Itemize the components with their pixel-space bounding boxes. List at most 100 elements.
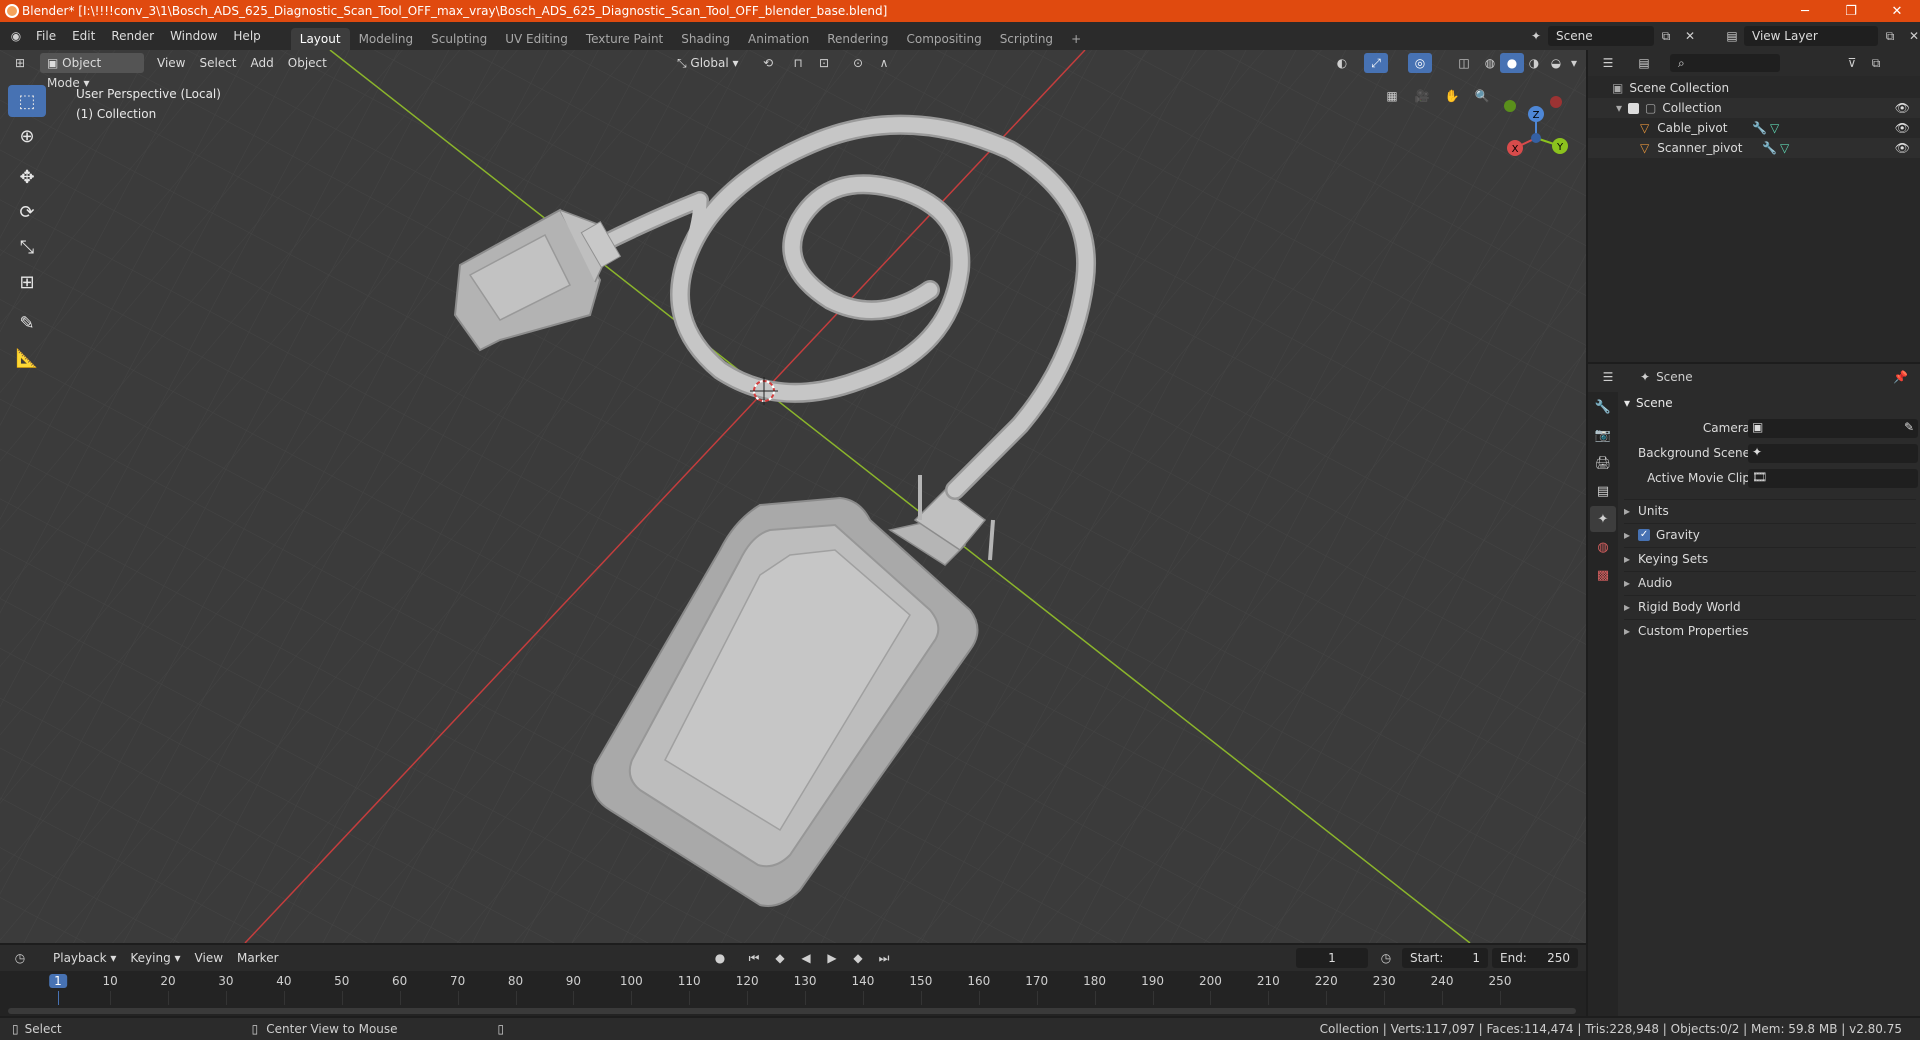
active-clip-field[interactable] [1748,468,1918,488]
scene-tab-icon[interactable]: ✦ [1590,506,1616,532]
expand-arrow-icon[interactable]: ▸ [1624,528,1630,542]
scene-icon[interactable]: ✦ [1524,26,1548,46]
keying-sets-section[interactable]: ▸ Keying Sets [1624,547,1916,569]
tab-scripting[interactable]: Scripting [991,28,1062,50]
rotate-tool-icon[interactable]: ⟳ [8,196,46,228]
tab-sculpting[interactable]: Sculpting [422,28,496,50]
cursor-tool-icon[interactable]: ⊕ [8,120,46,152]
solid-shading-icon[interactable]: ● [1500,53,1524,73]
audio-section[interactable]: ▸ Audio [1624,571,1916,593]
world-tab-icon[interactable]: ◍ [1590,534,1616,560]
start-frame-field[interactable]: Start: 1 [1402,948,1488,968]
toggle-view-icon[interactable]: ▦ [1380,86,1404,106]
snap-icon[interactable]: ⊓ [786,53,810,73]
menu-window[interactable]: Window [162,22,225,50]
tab-animation[interactable]: Animation [739,28,818,50]
eye-icon[interactable]: 👁 [1895,141,1910,155]
tab-uv-editing[interactable]: UV Editing [496,28,577,50]
transform-orientation-dropdown[interactable]: ⤡ Global ▾ [670,53,746,73]
close-button[interactable]: ✕ [1874,0,1920,22]
transform-tool-icon[interactable]: ⊞ [8,266,46,298]
timeline-scrollbar[interactable] [8,1008,1576,1014]
checkbox-icon[interactable] [1628,102,1640,114]
current-frame-field[interactable]: 1 [1296,948,1368,968]
mesh-data-icon[interactable]: ▽ [1780,141,1789,155]
record-icon[interactable]: ● [708,948,732,968]
expand-arrow-icon[interactable]: ▸ [1624,552,1630,566]
playhead-frame-label[interactable]: 1 [49,974,67,988]
tab-layout[interactable]: Layout [290,28,350,50]
next-keyframe-icon[interactable]: ◆ [846,948,870,968]
measure-tool-icon[interactable]: 📐 [8,342,46,374]
add-workspace-button[interactable]: + [1062,28,1090,50]
editor-type-icon[interactable]: ⊞ [8,53,32,73]
outliner-item-cable-pivot[interactable]: ▽ Cable_pivot 🔧 ▽ 👁 [1588,118,1920,138]
rigid-body-world-section[interactable]: ▸ Rigid Body World [1624,595,1916,617]
move-tool-icon[interactable]: ✥ [8,161,46,193]
expand-arrow-icon[interactable]: ▸ [1624,576,1630,590]
display-mode-icon[interactable]: ▤ [1632,53,1656,73]
viewport-canvas[interactable]: Z X Y [0,50,1586,943]
expand-arrow-icon[interactable]: ▸ [1624,600,1630,614]
viewport-menu-view[interactable]: View [150,53,192,73]
object-mode-dropdown[interactable]: ▣ Object Mode ▾ [40,53,144,90]
delete-view-layer-icon[interactable]: ✕ [1902,26,1920,46]
play-reverse-icon[interactable]: ◀ [794,948,818,968]
select-box-tool-icon[interactable]: ⬚ [8,85,46,117]
shading-options-icon[interactable]: ▾ [1562,53,1586,73]
timeline-menu-marker[interactable]: Marker [230,948,285,968]
custom-properties-section[interactable]: ▸ Custom Properties [1624,619,1916,641]
annotate-tool-icon[interactable]: ✎ [8,307,46,339]
camera-field[interactable] [1748,418,1918,438]
viewport-menu-select[interactable]: Select [192,53,243,73]
expand-arrow-icon[interactable]: ▾ [1616,101,1622,115]
properties-editor-icon[interactable]: ☰ [1596,367,1620,387]
pivot-point-icon[interactable]: ⟲ [756,53,780,73]
view-layer-selector[interactable]: View Layer [1744,26,1878,46]
collection-row[interactable]: ▾ ▢ Collection 👁 [1588,98,1920,118]
falloff-icon[interactable]: ∧ [872,53,896,73]
filter-icon[interactable]: ⊽ [1840,53,1864,73]
tab-rendering[interactable]: Rendering [818,28,897,50]
new-collection-icon[interactable]: ⧉ [1864,53,1888,73]
tool-tab-icon[interactable]: 🔧 [1590,394,1616,420]
pin-icon[interactable]: 📌 [1893,370,1908,384]
units-section[interactable]: ▸ Units [1624,499,1916,521]
visibility-icon[interactable]: ◐ [1330,53,1354,73]
eye-icon[interactable]: 👁 [1895,121,1910,135]
eyedropper-icon[interactable]: ✎ [1904,420,1914,434]
menu-edit[interactable]: Edit [64,22,103,50]
view-layer-icon[interactable]: ▤ [1720,26,1744,46]
new-view-layer-icon[interactable]: ⧉ [1878,26,1902,46]
pan-view-icon[interactable]: ✋ [1440,86,1464,106]
3d-viewport[interactable]: Z X Y ⊞ ▣ Object Mode ▾ View Select Add … [0,50,1586,943]
outliner-item-scanner-pivot[interactable]: ▽ Scanner_pivot 🔧 ▽ 👁 [1588,138,1920,158]
texture-tab-icon[interactable]: ▩ [1590,562,1616,588]
modifier-icon[interactable]: 🔧 [1752,121,1767,135]
end-frame-field[interactable]: End: 250 [1492,948,1578,968]
snap-target-icon[interactable]: ⊡ [812,53,836,73]
tab-modeling[interactable]: Modeling [350,28,423,50]
maximize-button[interactable]: ❐ [1828,0,1874,22]
gizmo-toggle-icon[interactable]: ⤢ [1364,53,1388,73]
prev-keyframe-icon[interactable]: ◆ [768,948,792,968]
preview-range-icon[interactable]: ◷ [1374,948,1398,968]
eye-icon[interactable]: 👁 [1895,101,1910,115]
tab-texture-paint[interactable]: Texture Paint [577,28,672,50]
gravity-section[interactable]: ▸ ✓ Gravity [1624,523,1916,545]
xray-icon[interactable]: ◫ [1452,53,1476,73]
panel-collapse-icon[interactable]: ▾ [1624,396,1630,410]
delete-scene-icon[interactable]: ✕ [1678,26,1702,46]
material-shading-icon[interactable]: ◑ [1522,53,1546,73]
blender-menu-icon[interactable]: ◉ [4,26,28,46]
expand-arrow-icon[interactable]: ▸ [1624,624,1630,638]
jump-end-icon[interactable]: ⏭ [872,948,896,968]
viewport-menu-object[interactable]: Object [281,53,334,73]
wireframe-shading-icon[interactable]: ◍ [1478,53,1502,73]
scene-selector[interactable]: Scene [1548,26,1654,46]
new-scene-icon[interactable]: ⧉ [1654,26,1678,46]
modifier-icon[interactable]: 🔧 [1762,141,1777,155]
scene-panel-header[interactable]: ▾ Scene [1624,392,1916,414]
view-layer-tab-icon[interactable]: ▤ [1590,478,1616,504]
gravity-checkbox[interactable]: ✓ [1638,528,1651,541]
